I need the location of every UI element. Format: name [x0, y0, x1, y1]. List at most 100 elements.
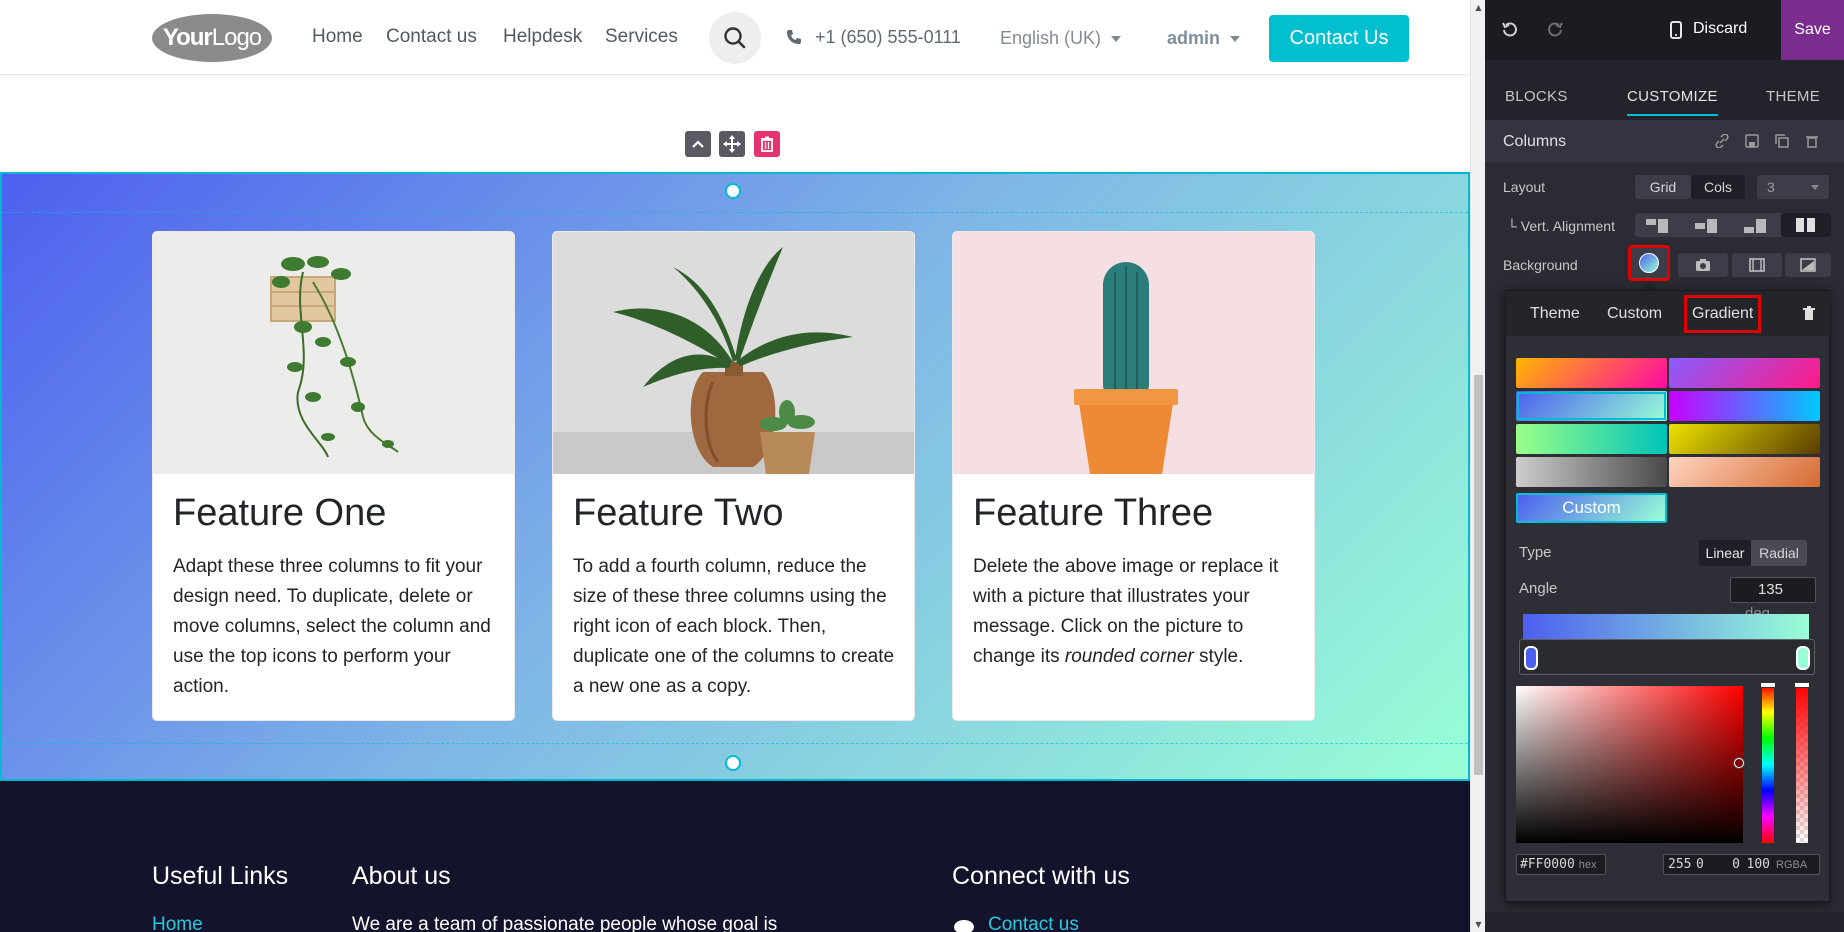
page-scrollbar[interactable]: ▲ ▼ [1470, 0, 1485, 932]
tab-theme[interactable]: THEME [1766, 88, 1820, 105]
duplicate-icon[interactable] [1775, 134, 1789, 148]
background-video-button[interactable] [1732, 253, 1782, 277]
editor-panel: Discard Save BLOCKS CUSTOMIZE THEME Colu… [1485, 0, 1844, 932]
redo-icon[interactable] [1545, 20, 1565, 40]
gradient-preset-violet-cyan[interactable] [1669, 391, 1820, 421]
hue-slider-handle[interactable] [1760, 682, 1776, 688]
footer-heading-connect: Connect with us [952, 862, 1130, 890]
cols-count-value: 3 [1767, 179, 1775, 195]
align-stretch-button[interactable] [1781, 213, 1831, 237]
align-top-icon[interactable] [1646, 219, 1672, 238]
nav-services[interactable]: Services [605, 26, 678, 48]
tab-theme-colors[interactable]: Theme [1530, 305, 1580, 323]
comment-icon [954, 920, 974, 932]
layout-grid-button[interactable]: Grid [1635, 175, 1691, 199]
scroll-down-arrow-icon[interactable]: ▼ [1471, 917, 1486, 932]
rgba-alpha: 100 [1746, 857, 1770, 872]
feature-text: Adapt these three columns to fit your de… [173, 556, 491, 697]
align-bottom-icon[interactable] [1744, 219, 1770, 238]
footer-link-contact[interactable]: Contact us [988, 914, 1079, 932]
language-selector[interactable]: English (UK) [1000, 28, 1122, 49]
undo-icon[interactable] [1500, 20, 1520, 40]
gradient-type-radial[interactable]: Radial [1751, 540, 1807, 566]
gradient-preset-peach[interactable] [1669, 457, 1820, 487]
discard-button[interactable]: Discard [1693, 20, 1747, 38]
save-button[interactable]: Save [1781, 0, 1844, 60]
nav-contact-us[interactable]: Contact us [386, 26, 477, 48]
contact-us-button[interactable]: Contact Us [1269, 15, 1409, 62]
angle-input[interactable]: 135deg [1730, 577, 1816, 622]
align-stretch-icon [1796, 218, 1815, 232]
editor-panel-bottom [1485, 912, 1844, 932]
background-image-button[interactable] [1678, 253, 1728, 277]
move-arrows-icon [723, 135, 741, 153]
user-menu[interactable]: admin [1167, 28, 1241, 49]
vert-alignment-label: └ Vert. Alignment [1507, 218, 1615, 234]
drag-handle-button[interactable] [719, 131, 745, 157]
gradient-preset-yellow-brown[interactable] [1669, 424, 1820, 454]
feature-card-two[interactable]: Feature Two To add a fourth column, redu… [552, 231, 915, 721]
move-up-button[interactable] [685, 131, 711, 157]
site-footer [0, 781, 1470, 932]
hex-input[interactable]: #FF0000 hex [1516, 854, 1606, 875]
gradient-preset-orange-pink[interactable] [1516, 358, 1667, 388]
picker-cursor[interactable] [1734, 758, 1744, 768]
custom-gradient-button[interactable]: Custom [1516, 493, 1667, 523]
gradient-preset-blue-mint[interactable] [1516, 391, 1667, 421]
delete-block-button[interactable] [754, 131, 780, 157]
saturation-value-picker[interactable] [1516, 686, 1744, 843]
tab-gradient[interactable]: Gradient [1683, 295, 1762, 333]
scrollbar-thumb[interactable] [1474, 375, 1483, 775]
footer-heading-useful-links: Useful Links [152, 862, 289, 890]
background-color-button[interactable] [1628, 245, 1670, 281]
background-shape-button[interactable] [1785, 253, 1831, 277]
gradient-stops-track[interactable] [1519, 639, 1815, 675]
opacity-slider-handle[interactable] [1794, 682, 1810, 688]
nav-home[interactable]: Home [312, 26, 363, 48]
resize-handle-bottom[interactable] [725, 755, 741, 771]
footer-link-home[interactable]: Home [152, 914, 203, 932]
feature-card-one[interactable]: Feature One Adapt these three columns to… [152, 231, 515, 721]
gradient-stop-start[interactable] [1524, 646, 1538, 670]
feature-title: Feature Three [973, 492, 1214, 534]
image-shape-icon [1800, 258, 1816, 272]
phone-icon [787, 30, 801, 44]
footer-about-text: We are a team of passionate people whose… [352, 914, 778, 932]
phone-number[interactable]: +1 (650) 555-0111 [815, 27, 961, 48]
feature-image-vase-plant[interactable] [553, 232, 914, 474]
mobile-preview-icon[interactable] [1670, 21, 1682, 39]
tab-blocks[interactable]: BLOCKS [1505, 88, 1568, 105]
trash-icon[interactable] [1802, 305, 1816, 321]
snippet-header: Columns [1485, 120, 1844, 162]
search-button[interactable] [709, 12, 761, 64]
site-logo[interactable]: YourLogo [152, 14, 272, 62]
scroll-up-arrow-icon[interactable]: ▲ [1471, 0, 1486, 15]
gradient-preset-green-teal[interactable] [1516, 424, 1667, 454]
feature-image-cactus[interactable] [953, 232, 1314, 474]
feature-card-three[interactable]: Feature Three Delete the above image or … [952, 231, 1315, 721]
tab-customize[interactable]: CUSTOMIZE [1627, 88, 1718, 116]
opacity-slider[interactable] [1794, 682, 1810, 843]
color-picker-tabs: Theme Custom Gradient [1506, 291, 1831, 336]
feature-image-hanging-plant[interactable] [153, 232, 514, 474]
gradient-preset-gray[interactable] [1516, 457, 1667, 487]
gradient-stop-end[interactable] [1796, 646, 1810, 670]
cols-count-select[interactable]: 3 [1757, 175, 1829, 199]
hex-value: #FF0000 [1520, 857, 1575, 872]
resize-handle-top[interactable] [725, 183, 741, 199]
align-middle-icon[interactable] [1695, 219, 1721, 238]
tab-custom-colors[interactable]: Custom [1607, 305, 1662, 323]
gradient-preset-purple-pink[interactable] [1669, 358, 1820, 388]
layout-cols-button[interactable]: Cols [1691, 175, 1745, 199]
rgba-input[interactable]: 255 0 0 100 RGBA [1663, 854, 1820, 875]
save-snippet-icon[interactable] [1745, 134, 1759, 148]
feature-text: Delete the above image or replace it wit… [973, 556, 1279, 667]
user-name: admin [1167, 28, 1221, 48]
nav-helpdesk[interactable]: Helpdesk [503, 26, 582, 48]
gradient-type-linear[interactable]: Linear [1699, 540, 1751, 566]
hue-slider[interactable] [1760, 682, 1776, 843]
hex-label: hex [1578, 859, 1597, 871]
chevron-up-icon [692, 140, 704, 148]
link-icon[interactable] [1715, 134, 1729, 148]
trash-icon[interactable] [1805, 134, 1819, 148]
